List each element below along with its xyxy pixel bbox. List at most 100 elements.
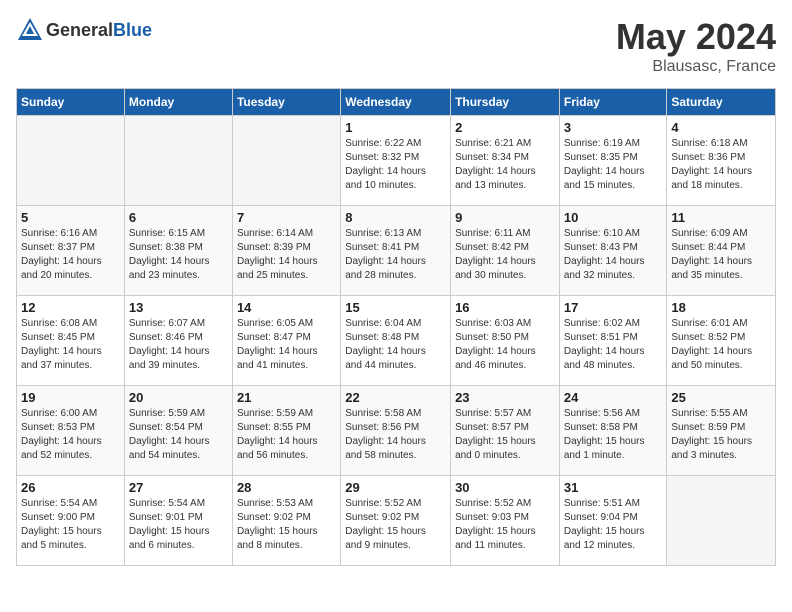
calendar-table: SundayMondayTuesdayWednesdayThursdayFrid…	[16, 88, 776, 566]
weekday-header-sunday: Sunday	[17, 89, 125, 116]
day-number: 13	[129, 300, 228, 315]
day-number: 24	[564, 390, 663, 405]
weekday-header-monday: Monday	[124, 89, 232, 116]
weekday-header-saturday: Saturday	[667, 89, 776, 116]
calendar-cell: 3 Sunrise: 6:19 AMSunset: 8:35 PMDaylight…	[559, 116, 667, 206]
calendar-cell: 27 Sunrise: 5:54 AMSunset: 9:01 PMDayligh…	[124, 476, 232, 566]
calendar-cell: 10 Sunrise: 6:10 AMSunset: 8:43 PMDayligh…	[559, 206, 667, 296]
day-info: Sunrise: 5:58 AMSunset: 8:56 PMDaylight:…	[345, 407, 446, 463]
calendar-cell: 9 Sunrise: 6:11 AMSunset: 8:42 PMDaylight…	[451, 206, 560, 296]
day-info: Sunrise: 6:19 AMSunset: 8:35 PMDaylight:…	[564, 137, 663, 193]
calendar-cell: 31Sunrise: 5:51 AMSunset: 9:04 PMDayligh…	[559, 476, 667, 566]
day-info: Sunrise: 6:18 AMSunset: 8:36 PMDaylight:…	[671, 137, 771, 193]
day-number: 2	[455, 120, 555, 135]
day-number: 28	[237, 480, 336, 495]
day-number: 16	[455, 300, 555, 315]
calendar-cell: 30 Sunrise: 5:52 AMSunset: 9:03 PMDayligh…	[451, 476, 560, 566]
calendar-cell: 18Sunrise: 6:01 AMSunset: 8:52 PMDayligh…	[667, 296, 776, 386]
day-info: Sunrise: 5:53 AMSunset: 9:02 PMDaylight:…	[237, 497, 336, 553]
day-number: 10	[564, 210, 663, 225]
calendar-cell	[232, 116, 340, 206]
calendar-cell: 13Sunrise: 6:07 AMSunset: 8:46 PMDayligh…	[124, 296, 232, 386]
day-info: Sunrise: 6:11 AMSunset: 8:42 PMDaylight:…	[455, 227, 555, 283]
week-row-3: 12 Sunrise: 6:08 AMSunset: 8:45 PMDayligh…	[17, 296, 776, 386]
day-number: 27	[129, 480, 228, 495]
calendar-cell: 15 Sunrise: 6:04 AMSunset: 8:48 PMDayligh…	[341, 296, 451, 386]
day-number: 7	[237, 210, 336, 225]
calendar-cell: 26Sunrise: 5:54 AMSunset: 9:00 PMDayligh…	[17, 476, 125, 566]
day-number: 29	[345, 480, 446, 495]
calendar-cell	[17, 116, 125, 206]
day-number: 12	[21, 300, 120, 315]
week-row-5: 26Sunrise: 5:54 AMSunset: 9:00 PMDayligh…	[17, 476, 776, 566]
location-title: Blausasc, France	[616, 58, 776, 76]
day-info: Sunrise: 6:22 AMSunset: 8:32 PMDaylight:…	[345, 137, 446, 193]
day-info: Sunrise: 5:57 AMSunset: 8:57 PMDaylight:…	[455, 407, 555, 463]
logo-blue-text: Blue	[113, 20, 152, 40]
calendar-cell	[124, 116, 232, 206]
calendar-cell: 23 Sunrise: 5:57 AMSunset: 8:57 PMDayligh…	[451, 386, 560, 476]
calendar-cell: 28 Sunrise: 5:53 AMSunset: 9:02 PMDayligh…	[232, 476, 340, 566]
calendar-cell: 22 Sunrise: 5:58 AMSunset: 8:56 PMDayligh…	[341, 386, 451, 476]
day-number: 20	[129, 390, 228, 405]
day-number: 30	[455, 480, 555, 495]
day-number: 23	[455, 390, 555, 405]
day-number: 11	[671, 210, 771, 225]
day-info: Sunrise: 5:59 AMSunset: 8:55 PMDaylight:…	[237, 407, 336, 463]
title-block: May 2024 Blausasc, France	[616, 16, 776, 76]
calendar-cell: 16 Sunrise: 6:03 AMSunset: 8:50 PMDayligh…	[451, 296, 560, 386]
day-info: Sunrise: 6:04 AMSunset: 8:48 PMDaylight:…	[345, 317, 446, 373]
calendar-cell: 17 Sunrise: 6:02 AMSunset: 8:51 PMDayligh…	[559, 296, 667, 386]
calendar-cell: 20Sunrise: 5:59 AMSunset: 8:54 PMDayligh…	[124, 386, 232, 476]
calendar-cell: 24 Sunrise: 5:56 AMSunset: 8:58 PMDayligh…	[559, 386, 667, 476]
day-number: 18	[671, 300, 771, 315]
day-info: Sunrise: 6:15 AMSunset: 8:38 PMDaylight:…	[129, 227, 228, 283]
day-number: 19	[21, 390, 120, 405]
calendar-cell: 11 Sunrise: 6:09 AMSunset: 8:44 PMDayligh…	[667, 206, 776, 296]
day-number: 3	[564, 120, 663, 135]
day-info: Sunrise: 5:54 AMSunset: 9:00 PMDaylight:…	[21, 497, 120, 553]
day-number: 15	[345, 300, 446, 315]
weekday-header-thursday: Thursday	[451, 89, 560, 116]
day-info: Sunrise: 5:52 AMSunset: 9:02 PMDaylight:…	[345, 497, 446, 553]
weekday-header-friday: Friday	[559, 89, 667, 116]
calendar-cell: 1 Sunrise: 6:22 AMSunset: 8:32 PMDaylight…	[341, 116, 451, 206]
calendar-cell: 5 Sunrise: 6:16 AMSunset: 8:37 PMDaylight…	[17, 206, 125, 296]
day-number: 31	[564, 480, 663, 495]
day-number: 8	[345, 210, 446, 225]
week-row-4: 19 Sunrise: 6:00 AMSunset: 8:53 PMDayligh…	[17, 386, 776, 476]
day-number: 1	[345, 120, 446, 135]
weekday-header-row: SundayMondayTuesdayWednesdayThursdayFrid…	[17, 89, 776, 116]
calendar-cell: 25Sunrise: 5:55 AMSunset: 8:59 PMDayligh…	[667, 386, 776, 476]
day-info: Sunrise: 6:08 AMSunset: 8:45 PMDaylight:…	[21, 317, 120, 373]
calendar-cell: 2 Sunrise: 6:21 AMSunset: 8:34 PMDaylight…	[451, 116, 560, 206]
day-number: 22	[345, 390, 446, 405]
day-number: 17	[564, 300, 663, 315]
day-info: Sunrise: 6:14 AMSunset: 8:39 PMDaylight:…	[237, 227, 336, 283]
day-info: Sunrise: 5:56 AMSunset: 8:58 PMDaylight:…	[564, 407, 663, 463]
day-number: 5	[21, 210, 120, 225]
page-header: GeneralBlue May 2024 Blausasc, France	[16, 16, 776, 76]
calendar-cell: 19 Sunrise: 6:00 AMSunset: 8:53 PMDayligh…	[17, 386, 125, 476]
week-row-2: 5 Sunrise: 6:16 AMSunset: 8:37 PMDaylight…	[17, 206, 776, 296]
day-info: Sunrise: 6:13 AMSunset: 8:41 PMDaylight:…	[345, 227, 446, 283]
day-info: Sunrise: 6:16 AMSunset: 8:37 PMDaylight:…	[21, 227, 120, 283]
day-info: Sunrise: 6:03 AMSunset: 8:50 PMDaylight:…	[455, 317, 555, 373]
logo-general-text: General	[46, 20, 113, 40]
day-info: Sunrise: 6:21 AMSunset: 8:34 PMDaylight:…	[455, 137, 555, 193]
day-info: Sunrise: 5:55 AMSunset: 8:59 PMDaylight:…	[671, 407, 771, 463]
weekday-header-tuesday: Tuesday	[232, 89, 340, 116]
day-info: Sunrise: 6:09 AMSunset: 8:44 PMDaylight:…	[671, 227, 771, 283]
day-info: Sunrise: 6:10 AMSunset: 8:43 PMDaylight:…	[564, 227, 663, 283]
logo-icon	[16, 16, 44, 44]
day-number: 6	[129, 210, 228, 225]
day-info: Sunrise: 6:02 AMSunset: 8:51 PMDaylight:…	[564, 317, 663, 373]
day-info: Sunrise: 5:54 AMSunset: 9:01 PMDaylight:…	[129, 497, 228, 553]
day-info: Sunrise: 5:52 AMSunset: 9:03 PMDaylight:…	[455, 497, 555, 553]
day-info: Sunrise: 6:00 AMSunset: 8:53 PMDaylight:…	[21, 407, 120, 463]
day-number: 9	[455, 210, 555, 225]
calendar-cell	[667, 476, 776, 566]
calendar-cell: 21Sunrise: 5:59 AMSunset: 8:55 PMDayligh…	[232, 386, 340, 476]
calendar-cell: 12 Sunrise: 6:08 AMSunset: 8:45 PMDayligh…	[17, 296, 125, 386]
calendar-cell: 29 Sunrise: 5:52 AMSunset: 9:02 PMDayligh…	[341, 476, 451, 566]
